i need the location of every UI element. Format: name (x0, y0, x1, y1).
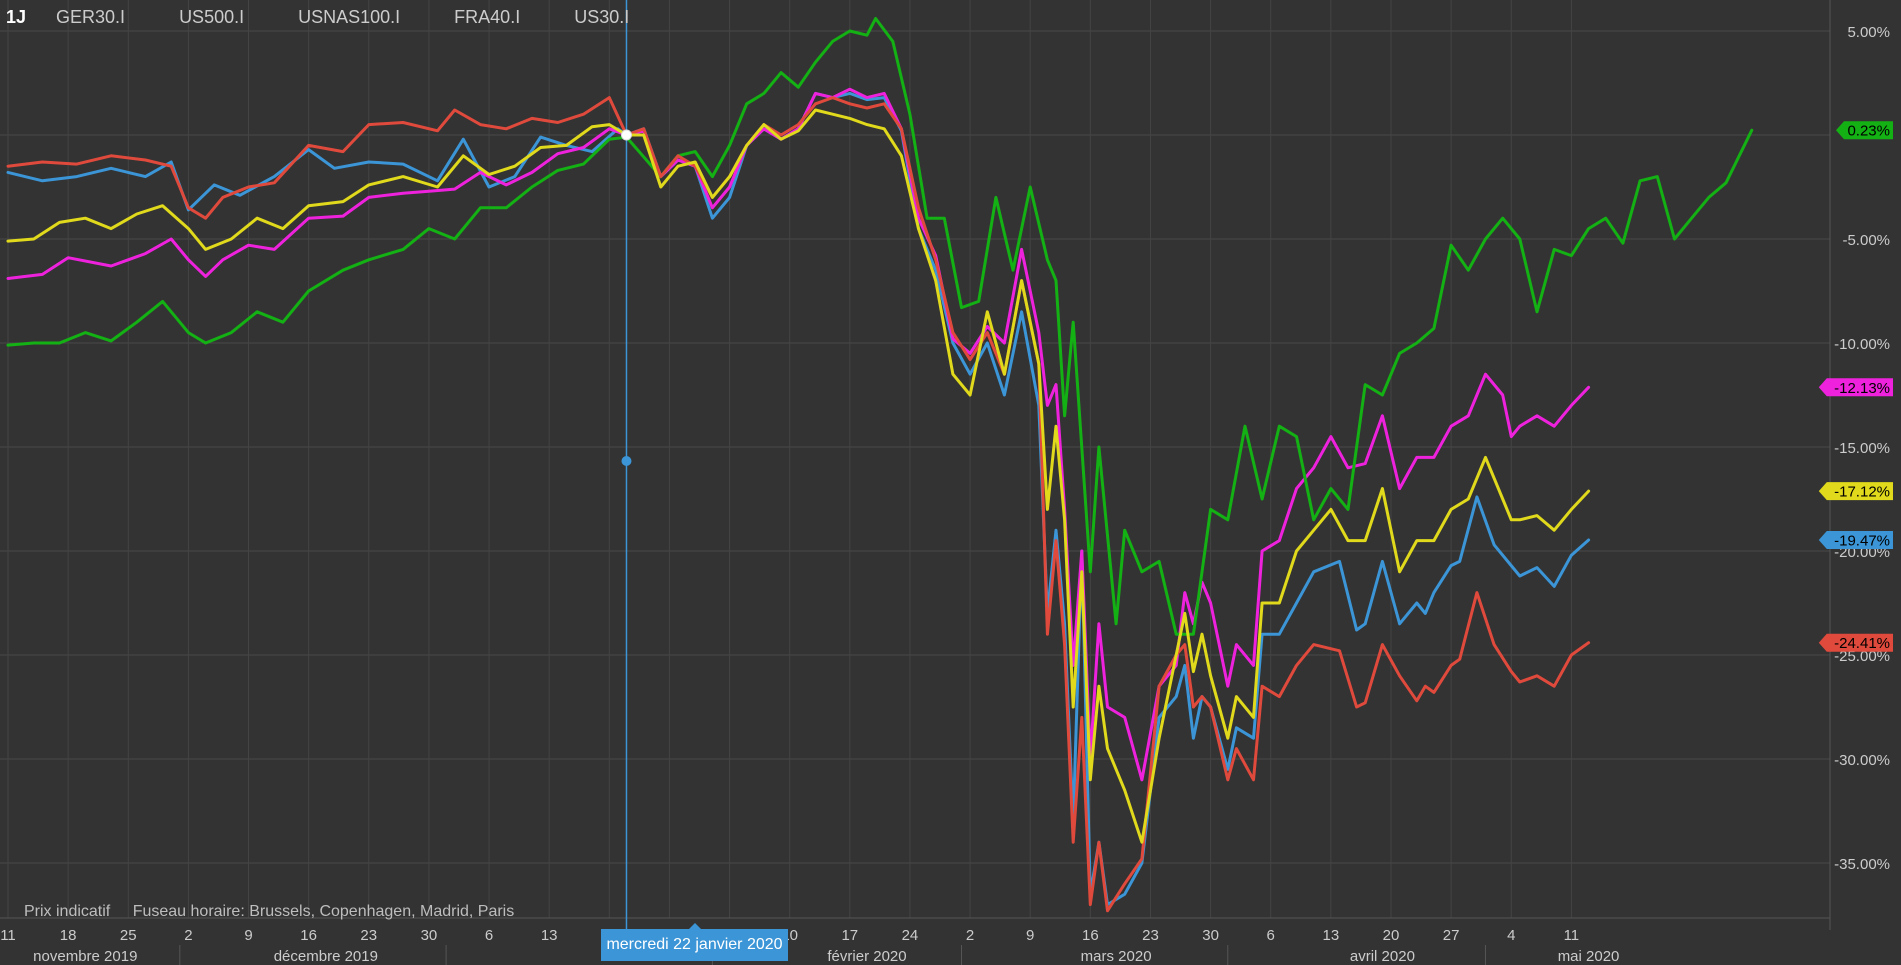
x-tick-label: 18 (60, 927, 77, 944)
x-tick-label: 13 (1323, 927, 1340, 944)
legend: 1J GER30.I US500.I USNAS100.I FRA40.I US… (6, 4, 683, 30)
crosshair-point (620, 129, 632, 141)
end-label-text: -24.41% (1834, 635, 1890, 652)
x-month-label: mars 2020 (1081, 948, 1152, 965)
x-month-label: mai 2020 (1558, 948, 1620, 965)
x-tick-label: 9 (244, 927, 252, 944)
footnote: Prix indicatif Fuseau horaire: Brussels,… (24, 903, 514, 921)
timezone-note: Fuseau horaire: Brussels, Copenhagen, Ma… (132, 903, 515, 920)
end-label-text: -12.13% (1834, 380, 1890, 397)
end-label-text: 0.23% (1847, 123, 1890, 140)
y-tick-label: -10.00% (1834, 336, 1890, 353)
price-note: Prix indicatif (24, 903, 111, 920)
x-month-label: novembre 2019 (33, 948, 137, 965)
x-tick-label: 27 (1443, 927, 1460, 944)
y-tick-label: -15.00% (1834, 440, 1890, 457)
y-tick-label: -35.00% (1834, 856, 1890, 873)
x-month-label: avril 2020 (1350, 948, 1415, 965)
x-tick-label: 2 (184, 927, 192, 944)
legend-item-ger30[interactable]: GER30.I (56, 7, 125, 28)
chart-background (0, 0, 1901, 965)
x-tick-label: 25 (120, 927, 137, 944)
period-selector[interactable]: 1J (6, 7, 26, 28)
legend-item-usnas100[interactable]: USNAS100.I (298, 7, 400, 28)
x-tick-label: 30 (1202, 927, 1219, 944)
x-month-label: décembre 2019 (274, 948, 378, 965)
x-month-label: février 2020 (827, 948, 906, 965)
x-tick-label: 24 (902, 927, 919, 944)
x-tick-label: 4 (1507, 927, 1515, 944)
legend-item-us500[interactable]: US500.I (179, 7, 244, 28)
x-tick-label: 13 (541, 927, 558, 944)
legend-item-fra40[interactable]: FRA40.I (454, 7, 520, 28)
x-tick-label: 11 (1564, 927, 1580, 944)
x-tick-label: 16 (300, 927, 317, 944)
legend-item-us30[interactable]: US30.I (574, 7, 629, 28)
y-tick-label: 5.00% (1847, 24, 1890, 41)
x-tick-label: 6 (1267, 927, 1275, 944)
crosshair-date-tooltip: mercredi 22 janvier 2020 (601, 923, 788, 961)
y-tick-label: -30.00% (1834, 752, 1890, 769)
x-tick-label: 6 (485, 927, 493, 944)
x-tick-label: 16 (1082, 927, 1099, 944)
end-label-text: -17.12% (1834, 484, 1890, 501)
x-tick-label: 30 (421, 927, 438, 944)
crosshair-handle (621, 456, 632, 466)
x-tick-label: 11 (0, 927, 16, 944)
x-tick-label: 23 (360, 927, 377, 944)
x-tick-label: 9 (1026, 927, 1034, 944)
y-tick-label: -5.00% (1842, 232, 1890, 249)
end-label-text: -19.47% (1834, 532, 1890, 549)
x-tick-label: 17 (841, 927, 858, 944)
comparison-chart[interactable]: 1118252916233061320273101724291623306132… (0, 0, 1901, 965)
x-tick-label: 23 (1142, 927, 1159, 944)
x-tick-label: 20 (1383, 927, 1400, 944)
x-tick-label: 2 (966, 927, 974, 944)
